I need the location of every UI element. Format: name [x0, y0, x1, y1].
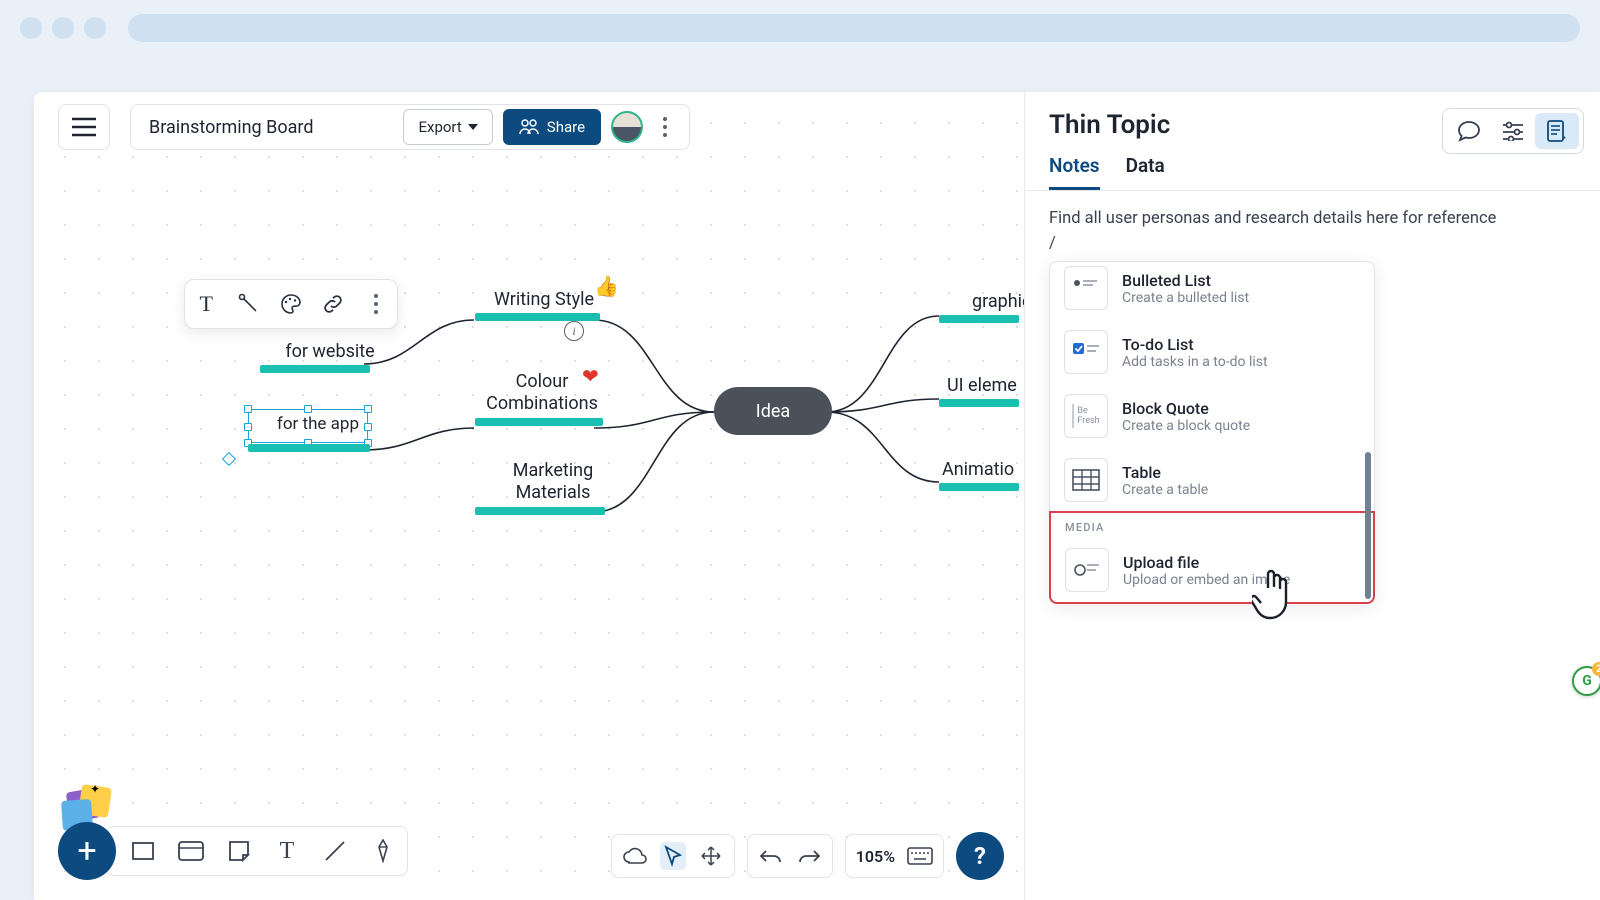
notes-body[interactable]: Find all user personas and research deta…	[1025, 191, 1600, 622]
chrome-dot	[20, 17, 42, 39]
help-button[interactable]: ?	[956, 832, 1004, 880]
note-text: Find all user personas and research deta…	[1049, 209, 1576, 228]
undo-redo-group	[747, 834, 833, 878]
cursor-mode-group	[611, 834, 735, 878]
chrome-dot	[84, 17, 106, 39]
add-button[interactable]: +	[58, 822, 116, 880]
browser-chrome	[0, 0, 1600, 56]
upload-file-icon	[1065, 548, 1109, 592]
node-for-app-selected[interactable]: for the app	[248, 409, 368, 443]
menu-item-desc: Create a table	[1122, 482, 1208, 498]
todo-list-icon	[1064, 330, 1108, 374]
canvas[interactable]: Brainstorming Board Export Share T	[34, 92, 1600, 900]
panel-view-toggle	[1442, 108, 1584, 154]
menu-item-title: Table	[1122, 463, 1208, 482]
node-underline	[475, 313, 600, 321]
slash-command-menu: Bulleted List Create a bulleted list To-…	[1049, 261, 1375, 604]
node-for-app-label[interactable]: for the app	[257, 414, 359, 434]
grammarly-badge[interactable]: G	[1572, 666, 1600, 696]
tab-data[interactable]: Data	[1126, 154, 1165, 190]
tab-notes[interactable]: Notes	[1049, 154, 1100, 190]
line-tool-icon[interactable]	[321, 837, 349, 865]
bottom-right-toolbar: 105% ?	[611, 832, 1004, 880]
node-underline	[260, 365, 370, 373]
notes-view-icon[interactable]	[1535, 113, 1579, 149]
menu-item-title: To-do List	[1122, 335, 1268, 354]
center-node-label: Idea	[756, 401, 790, 422]
sticky-note-tool-icon[interactable]	[225, 837, 253, 865]
menu-item-desc: Create a block quote	[1122, 418, 1250, 434]
node-underline	[475, 418, 603, 426]
cloud-sync-icon[interactable]	[622, 846, 648, 866]
chrome-url-bar	[128, 14, 1580, 42]
redo-icon[interactable]	[796, 848, 822, 864]
menu-item-title: Bulleted List	[1122, 271, 1249, 290]
info-icon[interactable]: i	[564, 321, 584, 341]
pointer-mode-icon[interactable]	[660, 842, 686, 870]
menu-item-upload-file[interactable]: Upload file Upload or embed an image	[1051, 538, 1373, 602]
rectangle-tool-icon[interactable]	[129, 837, 157, 865]
node-underline	[475, 507, 605, 515]
bulleted-list-icon	[1064, 266, 1108, 310]
side-panel: Thin Topic Notes Data Find all user pers…	[1024, 92, 1600, 900]
pan-mode-icon[interactable]	[698, 845, 724, 867]
bottom-left-toolbar: + T	[58, 822, 408, 880]
menu-item-table[interactable]: Table Create a table	[1050, 448, 1374, 512]
table-icon	[1064, 458, 1108, 502]
node-underline	[939, 315, 1019, 323]
comments-view-icon[interactable]	[1447, 113, 1491, 149]
keyboard-icon[interactable]	[907, 847, 933, 865]
settings-view-icon[interactable]	[1491, 113, 1535, 149]
node-colour-line1[interactable]: Colour	[516, 371, 569, 392]
pen-tool-icon[interactable]	[369, 837, 397, 865]
text-tool-icon[interactable]: T	[273, 837, 301, 865]
menu-section-media: MEDIA	[1051, 513, 1373, 538]
mindmap-center-node[interactable]: Idea	[714, 387, 832, 435]
menu-item-todo-list[interactable]: To-do List Add tasks in a to-do list	[1050, 320, 1374, 384]
menu-item-block-quote[interactable]: BeFresh Block Quote Create a block quote	[1050, 384, 1374, 448]
menu-item-desc: Add tasks in a to-do list	[1122, 354, 1268, 370]
menu-item-desc: Create a bulleted list	[1122, 290, 1249, 306]
menu-item-title: Block Quote	[1122, 399, 1250, 418]
slash-menu-scrollbar[interactable]	[1365, 452, 1371, 599]
zoom-level[interactable]: 105%	[856, 847, 895, 866]
node-underline	[939, 399, 1019, 407]
block-quote-icon: BeFresh	[1064, 394, 1108, 438]
node-for-website[interactable]: for website	[285, 341, 374, 362]
node-underline	[248, 444, 370, 452]
menu-item-title: Upload file	[1123, 553, 1290, 572]
node-underline	[939, 483, 1019, 491]
chrome-dot	[52, 17, 74, 39]
menu-item-desc: Upload or embed an image	[1123, 572, 1290, 588]
node-marketing-line2[interactable]: Materials	[516, 482, 591, 503]
menu-item-bulleted-list[interactable]: Bulleted List Create a bulleted list	[1050, 262, 1374, 320]
node-colour-line2[interactable]: Combinations	[486, 393, 598, 414]
node-ui[interactable]: UI eleme	[947, 375, 1017, 396]
thumbs-up-icon: 👍	[594, 274, 619, 298]
node-animation[interactable]: Animatio	[942, 459, 1014, 480]
node-marketing-line1[interactable]: Marketing	[513, 460, 593, 481]
heart-icon: ❤	[582, 364, 599, 388]
node-writing-style[interactable]: Writing Style	[494, 289, 594, 310]
shape-tray: T	[106, 826, 408, 876]
undo-icon[interactable]	[758, 848, 784, 864]
card-tool-icon[interactable]	[177, 837, 205, 865]
zoom-group: 105%	[845, 834, 944, 878]
slash-trigger[interactable]: /	[1049, 234, 1576, 253]
